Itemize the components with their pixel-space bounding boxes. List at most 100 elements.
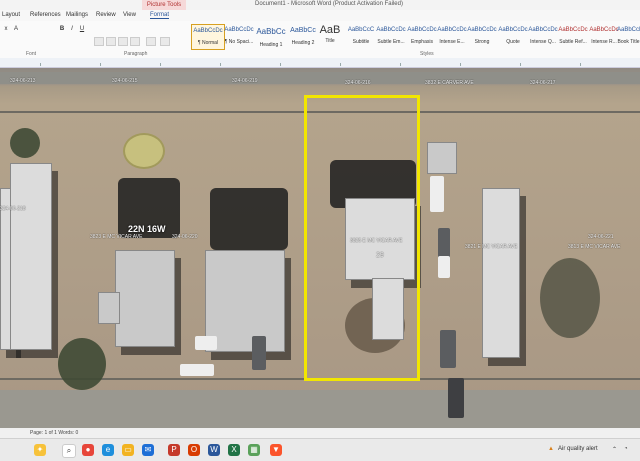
picture-tools-tab[interactable]: Picture Tools — [142, 0, 186, 10]
parcel-label: 3823 E MC VICAR AVE — [90, 234, 143, 240]
style-name: Subtle Em... — [377, 39, 405, 45]
parcel-label: 3821 E MC VICAR AVE — [465, 244, 518, 250]
vehicle — [180, 364, 214, 376]
tab-review[interactable]: Review — [96, 12, 116, 18]
align-center-button[interactable] — [106, 37, 116, 46]
style-name: Strong — [474, 39, 490, 45]
style-name: Quote — [506, 39, 520, 45]
style-intense-emphasis[interactable]: AaBbCcDc Intense E... — [436, 24, 468, 48]
style-name: ¶ No Spaci... — [224, 39, 254, 45]
edge-icon[interactable]: e — [102, 444, 114, 456]
ruler-tick — [340, 63, 341, 66]
office-icon[interactable]: O — [188, 444, 200, 456]
style-subtle-emphasis[interactable]: AaBbCcDc Subtle Em... — [375, 24, 407, 48]
style-strong[interactable]: AaBbCcDc Strong — [466, 24, 498, 48]
shadow-area — [210, 188, 288, 250]
ruler-tick — [160, 63, 161, 66]
bold-button[interactable]: B — [58, 25, 66, 33]
justify-button[interactable] — [130, 37, 140, 46]
style-sample: AaBbCcDc — [376, 27, 406, 33]
store-icon[interactable]: ▦ — [248, 444, 260, 456]
parcel-label: 324-06-219 — [232, 78, 258, 84]
style-normal[interactable]: AaBbCcDc ¶ Normal — [191, 24, 225, 50]
style-subtitle[interactable]: AaBbCcC Subtitle — [345, 24, 377, 48]
tab-layout[interactable]: Layout — [2, 12, 20, 18]
horizontal-ruler[interactable] — [0, 58, 640, 68]
style-book-title[interactable]: AaBbCcDc Book Title — [617, 24, 640, 48]
style-sample: AaBbCcDc — [467, 27, 497, 33]
clear-format-button[interactable]: x — [2, 25, 10, 33]
vehicle — [438, 256, 450, 278]
tree-canopy — [58, 338, 106, 390]
widgets-icon[interactable]: ✦ — [34, 444, 46, 456]
style-quote[interactable]: AaBbCcDc Quote — [497, 24, 529, 48]
building-roof — [115, 250, 175, 347]
shading-button[interactable] — [146, 37, 156, 46]
file-explorer-icon[interactable]: ▭ — [122, 444, 134, 456]
chrome-icon[interactable]: ● — [82, 444, 94, 456]
style-sample: AaBbCcDc — [407, 27, 437, 33]
styles-group-label: Styles — [420, 51, 434, 57]
air-quality-text[interactable]: Air quality alert — [558, 446, 598, 452]
style-subtle-reference[interactable]: AaBbCcDc Subtle Ref... — [557, 24, 589, 48]
ruler-tick — [280, 63, 281, 66]
style-name: Subtitle — [352, 39, 370, 45]
style-title[interactable]: AaB Title — [314, 24, 346, 48]
style-sample: AaBbCcDc — [193, 28, 223, 34]
style-emphasis[interactable]: AaBbCcDc Emphasis — [406, 24, 438, 48]
ruler-tick — [100, 63, 101, 66]
style-name: Intense E... — [439, 39, 465, 45]
style-no-spacing[interactable]: AaBbCcDc ¶ No Spaci... — [223, 24, 255, 48]
word-icon[interactable]: W — [208, 444, 220, 456]
style-name: ¶ Normal — [197, 40, 219, 46]
search-icon[interactable]: ⌕ — [62, 444, 76, 458]
italic-button[interactable]: I — [68, 25, 76, 33]
ruler-tick — [220, 63, 221, 66]
ruler-tick — [520, 63, 521, 66]
parcel-label: 324-06-221 — [588, 234, 614, 240]
style-heading-1[interactable]: AaBbCc Heading 1 — [255, 24, 287, 48]
style-intense-reference[interactable]: AaBbCcDc Intense R... — [588, 24, 620, 48]
building-roof — [10, 163, 52, 350]
warning-icon[interactable]: ▲ — [548, 446, 554, 452]
status-text: Page: 1 of 1 Words: 0 — [30, 430, 79, 436]
style-sample: AaBbCcDc — [558, 27, 588, 33]
excel-icon[interactable]: X — [228, 444, 240, 456]
align-left-button[interactable] — [94, 37, 104, 46]
borders-button[interactable] — [160, 37, 170, 46]
tab-format[interactable]: Format — [150, 12, 170, 19]
ruler-tick — [580, 63, 581, 66]
brave-icon[interactable]: ▼ — [270, 444, 282, 456]
tab-references[interactable]: References — [30, 12, 61, 18]
building-roof — [482, 188, 520, 358]
style-sample: AaBbCc — [256, 27, 286, 36]
style-sample: AaBbCcDc — [224, 27, 254, 33]
vehicle — [440, 330, 456, 368]
bottom-road — [0, 390, 640, 428]
tab-mailings[interactable]: Mailings — [66, 12, 88, 18]
selected-parcel-outline — [304, 95, 420, 381]
taskbar: ✦ ⌕ ● e ▭ ✉ P O W X ▦ ▼ ▲ Air quality al… — [0, 438, 640, 461]
powerpoint-icon[interactable]: P — [168, 444, 180, 456]
style-name: Title — [325, 38, 335, 44]
wifi-icon[interactable]: ◔ — [624, 446, 628, 452]
style-intense-quote[interactable]: AaBbCcDc Intense Q... — [527, 24, 559, 48]
mail-icon[interactable]: ✉ — [142, 444, 154, 456]
style-sample: AaBbCcDc — [498, 27, 528, 33]
building-roof — [205, 250, 285, 352]
style-sample: AaB — [319, 24, 341, 36]
vehicle — [252, 336, 266, 370]
style-sample: AaBbCcDc — [589, 27, 619, 33]
underline-button[interactable]: U — [78, 25, 86, 33]
style-sample: AaBbCcDc — [617, 27, 640, 33]
vehicle — [430, 176, 444, 212]
align-right-button[interactable] — [118, 37, 128, 46]
document-canvas[interactable]: 324-06-213 324-06-215 324-06-219 324-06-… — [0, 68, 640, 428]
aerial-map-image[interactable]: 324-06-213 324-06-215 324-06-219 324-06-… — [0, 68, 640, 428]
style-name: Emphasis — [411, 39, 433, 45]
parcel-label: 324-06-213 — [10, 78, 36, 84]
font-size-button[interactable]: A — [12, 25, 20, 33]
parcel-label: 324-06-216 — [345, 80, 371, 86]
tray-chevron-icon[interactable]: ⌃ — [612, 446, 617, 453]
tab-view[interactable]: View — [123, 12, 136, 18]
